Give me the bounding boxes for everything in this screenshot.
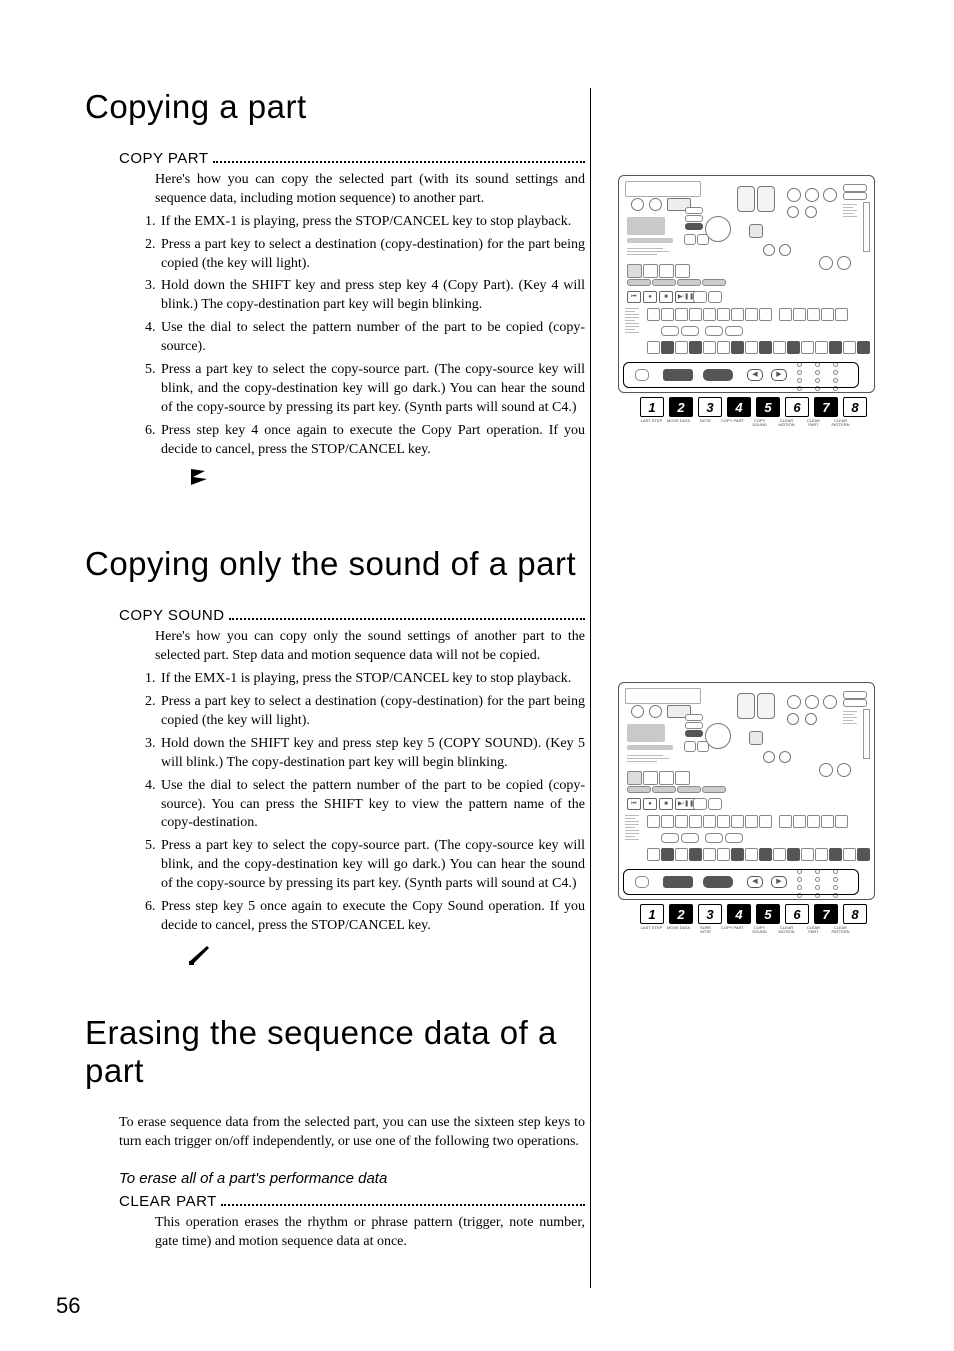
- step: Press a part key to select a destination…: [159, 236, 585, 274]
- step-num-box: 5: [756, 904, 780, 924]
- step-num-box: 3: [698, 904, 722, 924]
- subhead-copy-part: COPY PART: [119, 150, 585, 167]
- step-sublabel: NOTE: [694, 419, 717, 428]
- step-sublabel: MOVE DATA: [667, 419, 690, 428]
- steps-copy-sound: If the EMX-1 is playing, press the STOP/…: [135, 670, 585, 936]
- column-divider: [590, 88, 591, 1288]
- step-sublabel: CLEAR PART: [802, 926, 825, 935]
- left-column: Copying a part COPY PART Here's how you …: [85, 88, 585, 1251]
- step: If the EMX-1 is playing, press the STOP/…: [159, 213, 585, 232]
- step: Press a part key to select a destination…: [159, 693, 585, 731]
- step-sublabel: COPY SOUND: [748, 926, 771, 935]
- intro-copy-part: Here's how you can copy the selected par…: [155, 171, 585, 209]
- step-num-box: 6: [785, 397, 809, 417]
- step: Hold down the SHIFT key and press step k…: [159, 735, 585, 773]
- step-label-row: LAST STEP MOVE DATA NOTE COPY PART COPY SOUN…: [640, 419, 878, 428]
- leader-dots: [213, 161, 585, 163]
- page-number: 56: [56, 1293, 80, 1319]
- step-sublabel: CLEAR MOTION: [775, 419, 798, 428]
- heading-copying-sound: Copying only the sound of a part: [85, 545, 585, 583]
- step-number-row: 12345678: [640, 904, 878, 924]
- step: Hold down the SHIFT key and press step k…: [159, 277, 585, 315]
- step: Press step key 5 once again to execute t…: [159, 898, 585, 936]
- step: Press a part key to select the copy-sour…: [159, 837, 585, 894]
- step-sublabel: CLEAR MOTION: [775, 926, 798, 935]
- step-num-box: 1: [640, 397, 664, 417]
- note-icon: [187, 465, 211, 489]
- step-sublabel: COPY PART: [721, 419, 744, 428]
- subhead-copy-sound: COPY SOUND: [119, 607, 585, 624]
- step-sublabel: MOVE DATA: [667, 926, 690, 935]
- step-num-box: 2: [669, 397, 693, 417]
- leader-dots: [229, 618, 585, 620]
- transport-controls: ⏮●■▶/❚❚: [627, 291, 697, 303]
- body-clear-part: This operation erases the rhythm or phra…: [155, 1214, 585, 1252]
- step-sublabel: CLEAR PATTERN: [829, 419, 852, 428]
- leader-dots: [221, 1204, 585, 1206]
- step-num-box: 1: [640, 904, 664, 924]
- device-panel: ⏮●■▶/❚❚: [618, 682, 875, 900]
- step: Use the dial to select the pattern numbe…: [159, 319, 585, 357]
- step: If the EMX-1 is playing, press the STOP/…: [159, 670, 585, 689]
- step-label-row: LAST STEP MOVE DATA SURE NOTE COPY PART COPY…: [640, 926, 878, 935]
- page: Copying a part COPY PART Here's how you …: [0, 0, 954, 1351]
- step-sublabel: CLEAR PART: [802, 419, 825, 428]
- step-num-box: 8: [843, 397, 867, 417]
- italic-subhead-erase-all: To erase all of a part's performance dat…: [119, 1170, 585, 1187]
- subhead-label: CLEAR PART: [119, 1193, 217, 1210]
- step-sublabel: SURE NOTE: [694, 926, 717, 935]
- step-num-box: 6: [785, 904, 809, 924]
- device-diagram-copy-part: ⏮●■▶/❚❚: [618, 175, 878, 433]
- device-panel: ⏮●■▶/❚❚: [618, 175, 875, 393]
- heading-copying-a-part: Copying a part: [85, 88, 585, 126]
- step-num-box: 5: [756, 397, 780, 417]
- step-num-box: 7: [814, 904, 838, 924]
- step-sublabel: COPY SOUND: [748, 419, 771, 428]
- subhead-label: COPY PART: [119, 150, 209, 167]
- step-num-box: 4: [727, 397, 751, 417]
- callout-step-keys: [623, 362, 859, 388]
- step-number-row: 12345678: [640, 397, 878, 417]
- heading-erasing: Erasing the sequence data of a part: [85, 1014, 585, 1090]
- step-num-box: 8: [843, 904, 867, 924]
- step-sublabel: CLEAR PATTERN: [829, 926, 852, 935]
- subhead-label: COPY SOUND: [119, 607, 225, 624]
- step: Use the dial to select the pattern numbe…: [159, 777, 585, 834]
- step-num-box: 7: [814, 397, 838, 417]
- step-num-box: 4: [727, 904, 751, 924]
- step-sublabel: COPY PART: [721, 926, 744, 935]
- note-icon: [187, 942, 211, 966]
- step-sublabel: LAST STEP: [640, 926, 663, 935]
- step-sublabel: LAST STEP: [640, 419, 663, 428]
- step-num-box: 3: [698, 397, 722, 417]
- step: Press step key 4 once again to execute t…: [159, 422, 585, 460]
- intro-erasing: To erase sequence data from the selected…: [119, 1114, 585, 1152]
- steps-copy-part: If the EMX-1 is playing, press the STOP/…: [135, 213, 585, 460]
- device-diagram-copy-sound: ⏮●■▶/❚❚: [618, 682, 878, 940]
- step: Press a part key to select the copy-sour…: [159, 361, 585, 418]
- intro-copy-sound: Here's how you can copy only the sound s…: [155, 628, 585, 666]
- step-num-box: 2: [669, 904, 693, 924]
- subhead-clear-part: CLEAR PART: [119, 1193, 585, 1210]
